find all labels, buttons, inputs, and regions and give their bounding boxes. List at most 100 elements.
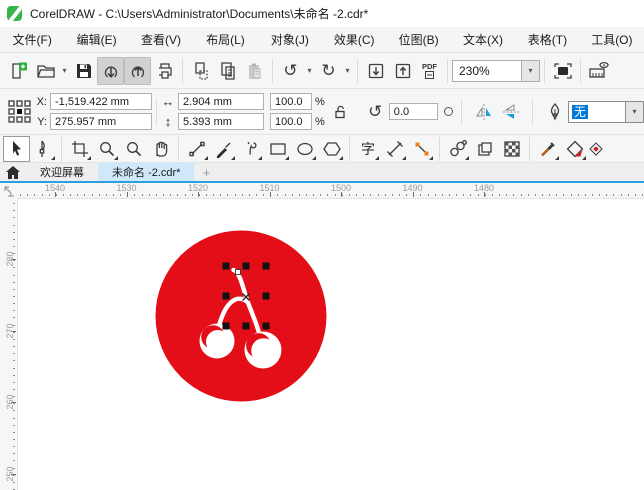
vertical-ruler[interactable]: 280 270 260 250 <box>0 199 18 490</box>
open-dropdown-caret[interactable]: ▾ <box>59 57 70 85</box>
open-document-button[interactable] <box>32 57 59 85</box>
menu-table[interactable]: 表格(T) <box>515 27 579 52</box>
zoom-tool[interactable] <box>93 136 120 162</box>
object-width-field[interactable]: 2.904 mm <box>178 93 264 110</box>
connector-tool[interactable] <box>408 136 435 162</box>
interactive-fill-tool[interactable] <box>561 136 588 162</box>
zoom-level-value[interactable]: 230% <box>453 64 521 78</box>
home-tab-button[interactable] <box>0 163 26 181</box>
open-from-cloud-button[interactable] <box>97 56 124 85</box>
rectangle-tool[interactable] <box>264 136 291 162</box>
ellipse-tool[interactable] <box>291 136 318 162</box>
ruler-minor-tick <box>541 194 543 196</box>
tab-welcome-screen[interactable]: 欢迎屏幕 <box>26 163 98 181</box>
logo-red-circle[interactable] <box>155 230 327 402</box>
selection-handle-e[interactable] <box>262 292 270 300</box>
pick-tool[interactable] <box>3 135 30 162</box>
object-height-field[interactable]: 5.393 mm <box>178 113 264 130</box>
redo-dropdown-caret[interactable]: ▾ <box>342 57 353 85</box>
title-bar: CorelDRAW - C:\Users\Administrator\Docum… <box>0 0 644 27</box>
outline-width-caret[interactable]: ▾ <box>625 101 643 122</box>
outline-width-value[interactable]: 无 <box>572 105 589 119</box>
text-tool[interactable]: 字 <box>354 136 381 162</box>
selection-handle-sw[interactable] <box>222 322 230 330</box>
undo-dropdown-caret[interactable]: ▾ <box>304 57 315 85</box>
lock-ratio-button[interactable] <box>327 98 354 126</box>
scale-y-field[interactable]: 100.0 <box>270 113 312 130</box>
menu-layout[interactable]: 布局(L) <box>193 27 257 52</box>
save-button[interactable] <box>70 57 97 85</box>
ruler-minor-tick <box>13 367 15 369</box>
ruler-minor-tick <box>449 194 450 196</box>
drawing-canvas[interactable] <box>18 199 644 490</box>
new-tab-button[interactable]: + <box>194 163 218 181</box>
ruler-minor-tick <box>241 194 243 196</box>
transparency-tool[interactable] <box>498 136 525 162</box>
publish-pdf-button[interactable]: PDF <box>416 57 443 85</box>
horizontal-ruler[interactable]: 1540 1530 1520 1510 1500 1490 1480 <box>18 183 644 199</box>
menu-object[interactable]: 对象(J) <box>258 27 322 52</box>
dimension-tool[interactable] <box>381 136 408 162</box>
ruler-label: 280 <box>5 251 15 267</box>
shape-tool[interactable] <box>30 136 57 162</box>
bezier-curve-tool[interactable] <box>237 136 264 162</box>
menu-text[interactable]: 文本(X) <box>451 27 515 52</box>
undo-button[interactable]: ↺ <box>277 57 304 85</box>
tab-document[interactable]: 未命名 -2.cdr* <box>98 163 195 181</box>
rotation-angle-field[interactable]: 0.0 <box>388 103 438 120</box>
cherry-right[interactable] <box>244 331 282 369</box>
menu-view[interactable]: 查看(V) <box>129 27 193 52</box>
selection-handle-se[interactable] <box>262 322 270 330</box>
selection-handle-w[interactable] <box>222 292 230 300</box>
mirror-horizontal-button[interactable] <box>470 98 497 126</box>
menu-effects[interactable]: 效果(C) <box>322 27 386 52</box>
selection-handle-ne[interactable] <box>262 262 270 270</box>
x-position-field[interactable]: -1,519.422 mm <box>50 93 152 110</box>
polygon-tool[interactable] <box>318 136 345 162</box>
new-document-button[interactable] <box>5 57 32 85</box>
import-button[interactable] <box>362 57 389 85</box>
menu-file[interactable]: 文件(F) <box>0 27 64 52</box>
artistic-media-tool[interactable] <box>210 136 237 162</box>
print-button[interactable] <box>151 57 178 85</box>
save-to-cloud-button[interactable] <box>124 56 151 85</box>
ruler-minor-tick <box>13 388 15 390</box>
blend-tool[interactable] <box>444 136 471 162</box>
scale-x-field[interactable]: 100.0 <box>270 93 312 110</box>
ruler-minor-tick <box>520 194 522 196</box>
toolbar-separator <box>357 58 358 83</box>
ruler-minor-tick <box>13 217 15 219</box>
freehand-tool[interactable] <box>183 136 210 162</box>
menu-bitmaps[interactable]: 位图(B) <box>386 27 450 52</box>
ruler-minor-tick <box>13 346 15 347</box>
path-start-node[interactable] <box>235 269 241 275</box>
ruler-label: 1490 <box>402 183 423 193</box>
drop-shadow-tool[interactable] <box>471 136 498 162</box>
ruler-origin-button[interactable] <box>0 183 18 199</box>
zoom-tool-alt[interactable] <box>120 136 147 162</box>
selection-handle-nw[interactable] <box>222 262 230 270</box>
menu-tools[interactable]: 工具(O) <box>580 27 644 52</box>
menu-edit[interactable]: 编辑(E) <box>64 27 128 52</box>
zoom-level-combobox[interactable]: 230% ▾ <box>452 59 540 82</box>
crop-tool[interactable] <box>66 136 93 162</box>
outline-width-combobox[interactable]: 无 ▾ <box>568 100 644 123</box>
eyedropper-tool[interactable] <box>534 136 561 162</box>
y-position-field[interactable]: 275.957 mm <box>50 113 152 130</box>
mesh-fill-tool[interactable] <box>588 136 604 162</box>
ruler-minor-tick <box>470 194 472 196</box>
coreldraw-window: CorelDRAW - C:\Users\Administrator\Docum… <box>0 0 644 490</box>
copy-button[interactable] <box>214 57 241 85</box>
zoom-level-caret[interactable]: ▾ <box>521 60 539 81</box>
mirror-vertical-button[interactable] <box>497 98 524 126</box>
selection-handle-n[interactable] <box>242 262 250 270</box>
cut-button[interactable] <box>187 57 214 85</box>
redo-button[interactable]: ↻ <box>315 57 342 85</box>
pan-tool[interactable] <box>147 136 174 162</box>
export-button[interactable] <box>389 57 416 85</box>
selection-handle-s[interactable] <box>242 322 250 330</box>
ruler-minor-tick <box>434 194 436 196</box>
full-screen-preview-button[interactable] <box>549 57 576 85</box>
show-rulers-button[interactable] <box>585 57 612 85</box>
object-width-icon: ↔ <box>161 94 175 109</box>
